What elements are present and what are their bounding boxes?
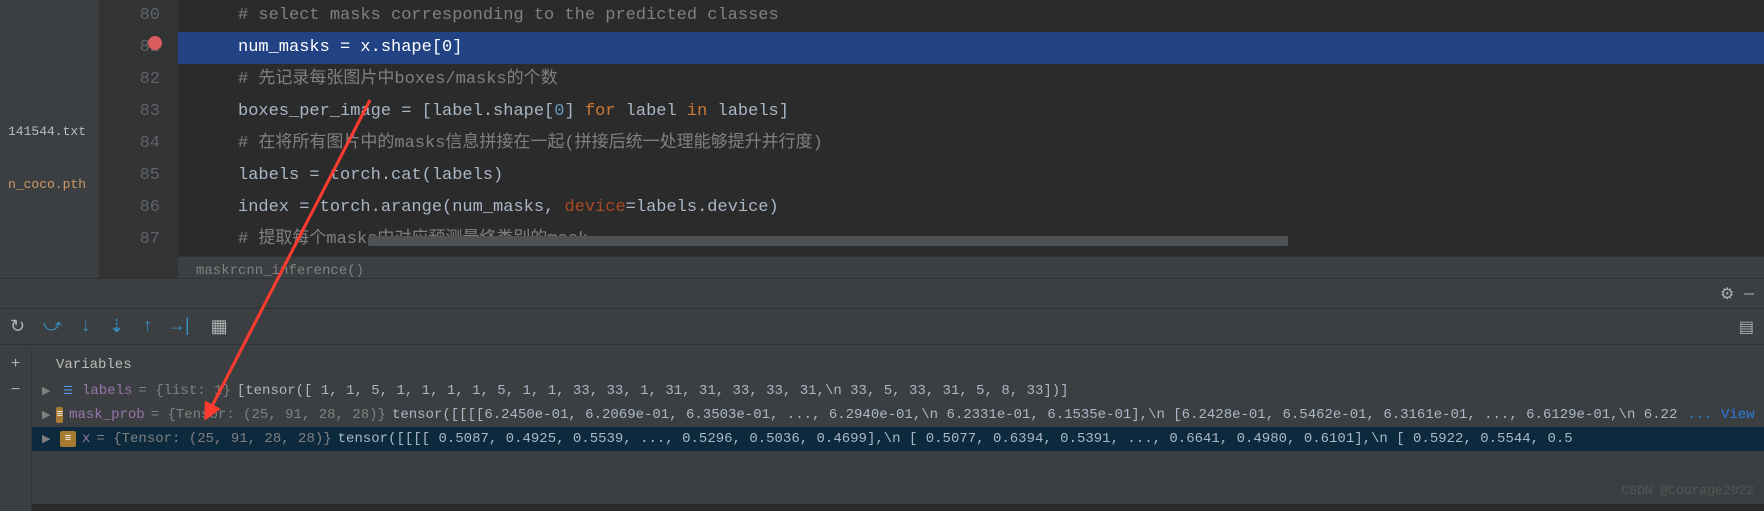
file-pth[interactable]: n_coco.pth <box>0 173 99 196</box>
var-value: tensor([[[[6.2450e-01, 6.2069e-01, 6.350… <box>392 407 1677 423</box>
add-watch-icon[interactable]: + <box>0 351 31 377</box>
line-number[interactable]: 83 <box>100 96 160 128</box>
gear-icon[interactable]: ⚙ <box>1720 284 1734 304</box>
list-icon: ☰ <box>60 383 76 399</box>
layout-icon[interactable]: ▤ <box>1739 317 1754 337</box>
horizontal-scrollbar[interactable] <box>368 236 1288 246</box>
run-to-cursor-icon[interactable]: →| <box>171 317 193 337</box>
line-number[interactable]: 82 <box>100 64 160 96</box>
variable-row-selected[interactable]: ▶ ≡ x = {Tensor: (25, 91, 28, 28)} tenso… <box>32 427 1764 451</box>
tensor-icon: ≡ <box>56 407 63 423</box>
line-gutter: 80 81 82 83 84 85 86 87 <box>100 0 178 278</box>
var-name: mask_prob <box>69 407 145 423</box>
evaluate-icon[interactable]: ▦ <box>211 316 228 338</box>
chevron-right-icon[interactable]: ▶ <box>42 408 50 422</box>
code-comment: # select masks corresponding to the pred… <box>238 6 779 25</box>
var-type: = {Tensor: (25, 91, 28, 28)} <box>151 407 386 423</box>
code-comment: # 先记录每张图片中boxes/masks的个数 <box>238 70 558 89</box>
step-into-icon[interactable]: ↓ <box>80 317 91 337</box>
minimize-icon[interactable]: — <box>1744 285 1754 303</box>
current-line: num_masks = x.shape[0] <box>178 32 1764 64</box>
breakpoint-icon[interactable] <box>148 36 162 50</box>
var-value: [tensor([ 1, 1, 5, 1, 1, 1, 1, 5, 1, 1, … <box>237 383 1069 399</box>
variables-gutter: + − <box>0 351 32 511</box>
variable-row[interactable]: ▶ ≡ mask_prob = {Tensor: (25, 91, 28, 28… <box>32 403 1764 427</box>
debug-panel-header: ⚙ — <box>0 279 1764 309</box>
step-into-my-icon[interactable]: ⇣ <box>109 316 124 338</box>
variables-section: + − Variables ▶ ☰ labels = {list: 1} [te… <box>0 345 1764 457</box>
chevron-right-icon[interactable]: ▶ <box>42 384 54 398</box>
project-sidebar: 141544.txt n_coco.pth <box>0 0 100 278</box>
line-number[interactable]: 85 <box>100 160 160 192</box>
remove-watch-icon[interactable]: − <box>0 377 31 403</box>
chevron-right-icon[interactable]: ▶ <box>42 432 54 446</box>
line-number[interactable]: 86 <box>100 192 160 224</box>
variable-row[interactable]: ▶ ☰ labels = {list: 1} [tensor([ 1, 1, 5… <box>32 379 1764 403</box>
var-value: tensor([[[[ 0.5087, 0.4925, 0.5539, ...,… <box>338 431 1573 447</box>
line-number[interactable]: 87 <box>100 224 160 256</box>
var-type: = {list: 1} <box>138 383 230 399</box>
view-link[interactable]: ... View <box>1687 407 1754 423</box>
step-over-icon[interactable]: ⤻ <box>43 316 62 337</box>
var-name: x <box>82 431 90 447</box>
var-type: = {Tensor: (25, 91, 28, 28)} <box>96 431 331 447</box>
line-number[interactable]: 84 <box>100 128 160 160</box>
tensor-icon: ≡ <box>60 431 76 447</box>
watermark: CSDN @Courage2022 <box>1621 483 1754 498</box>
debug-toolbar: ↻ ⤻ ↓ ⇣ ↑ →| ▦ ▤ <box>0 309 1764 345</box>
variables-title: Variables <box>32 351 1764 379</box>
line-number[interactable]: 80 <box>100 0 160 32</box>
restart-icon[interactable]: ↻ <box>10 316 25 338</box>
var-name: labels <box>82 383 132 399</box>
file-txt[interactable]: 141544.txt <box>0 120 99 143</box>
function-context: maskrcnn_inference() <box>178 256 1764 278</box>
debug-panel: ⚙ — ↻ ⤻ ↓ ⇣ ↑ →| ▦ ▤ + − Variables ▶ ☰ l… <box>0 278 1764 504</box>
step-out-icon[interactable]: ↑ <box>142 317 153 337</box>
code-comment: # 在将所有图片中的masks信息拼接在一起(拼接后统一处理能够提升并行度) <box>238 134 823 153</box>
editor-area: 141544.txt n_coco.pth 80 81 82 83 84 85 … <box>0 0 1764 278</box>
code-editor[interactable]: # select masks corresponding to the pred… <box>178 0 1764 278</box>
